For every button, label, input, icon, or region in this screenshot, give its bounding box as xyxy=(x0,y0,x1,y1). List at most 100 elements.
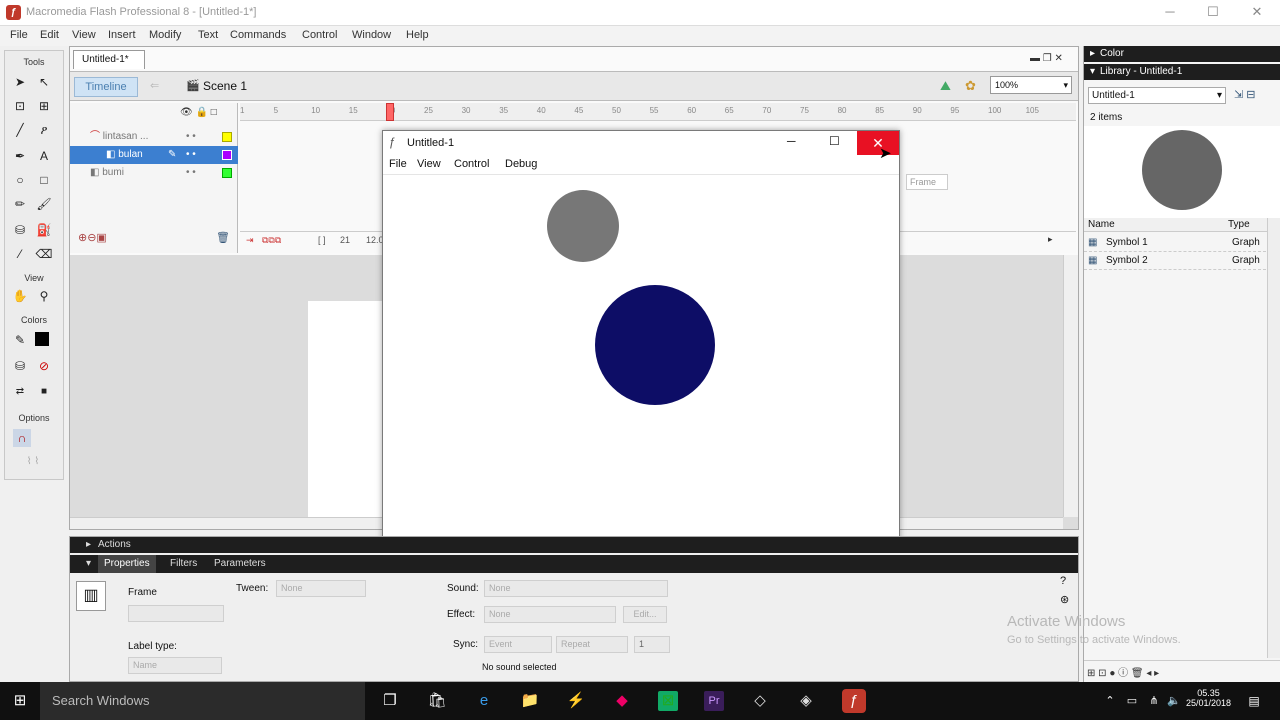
menu-control[interactable]: Control xyxy=(302,29,337,41)
selection-tool-icon[interactable]: ➤ xyxy=(11,73,29,91)
scroll-right-icon[interactable]: ▸ xyxy=(1048,234,1053,245)
layer-row-bulan[interactable]: ◧ bulan ✎ • • xyxy=(70,146,238,164)
maximize-button[interactable]: ☐ xyxy=(1198,4,1228,22)
app-icon-stack[interactable]: ◈ xyxy=(796,691,816,711)
menu-modify[interactable]: Modify xyxy=(149,29,181,41)
col-name[interactable]: Name xyxy=(1088,219,1115,230)
flash-taskbar-icon[interactable]: ƒ xyxy=(842,689,866,713)
pen-tool-icon[interactable]: ✒ xyxy=(11,147,29,165)
help-icon[interactable]: ? xyxy=(1060,575,1066,587)
fill-transform-icon[interactable]: ⊞ xyxy=(35,97,53,115)
excel-icon[interactable]: ⊠ xyxy=(658,691,678,711)
player-menu-control[interactable]: Control xyxy=(454,158,489,170)
menu-text[interactable]: Text xyxy=(198,29,218,41)
file-explorer-icon[interactable]: 📁 xyxy=(520,691,540,711)
accessibility-icon[interactable]: ⊛ xyxy=(1060,593,1069,606)
edit-symbol-icon[interactable]: ✿ xyxy=(965,78,976,94)
tab-properties[interactable]: Properties xyxy=(98,555,156,573)
player-close-button[interactable]: ✕ xyxy=(857,131,899,155)
library-footer-icons[interactable]: ⊞ ⊡ ● ⓘ 🗑 ◂ ▸ xyxy=(1084,660,1280,680)
store-icon[interactable]: 🛍 xyxy=(427,691,447,711)
library-scrollbar[interactable] xyxy=(1267,218,1280,658)
library-select[interactable]: Untitled-1 ▾ xyxy=(1088,87,1226,104)
edge-icon[interactable]: e xyxy=(474,691,494,711)
zoom-select[interactable]: 100% ▾ xyxy=(990,76,1072,94)
doc-window-controls[interactable]: ▬ ❐ ✕ xyxy=(1030,53,1063,64)
oval-tool-icon[interactable]: ○ xyxy=(11,171,29,189)
swap-colors-icon[interactable]: ⇄ xyxy=(11,383,29,401)
menu-help[interactable]: Help xyxy=(406,29,429,41)
label-type-select[interactable]: Name xyxy=(128,657,222,674)
stroke-color-icon[interactable]: ✎ xyxy=(11,331,29,349)
app-icon-colorful[interactable]: ◆ xyxy=(612,691,632,711)
free-transform-icon[interactable]: ⊡ xyxy=(11,97,29,115)
text-tool-icon[interactable]: A xyxy=(35,147,53,165)
frame-label-input[interactable] xyxy=(128,605,224,622)
edit-markers-icon[interactable]: [ ] xyxy=(318,235,326,245)
color-panel-header[interactable]: ▸ Color xyxy=(1084,46,1280,62)
eraser-icon[interactable]: ⌫ xyxy=(35,245,53,263)
eyedropper-icon[interactable]: ⁄ xyxy=(11,245,29,263)
onion-skin-icons[interactable]: ⧉⧉⧉ xyxy=(262,235,281,246)
player-menu-file[interactable]: File xyxy=(389,158,407,170)
default-colors-icon[interactable]: ■ xyxy=(35,383,53,401)
tween-select[interactable]: None xyxy=(276,580,366,597)
library-item[interactable]: ▦ Symbol 1 Graph xyxy=(1084,234,1266,252)
ink-bottle-icon[interactable]: ⛁ xyxy=(11,221,29,239)
back-arrow-icon[interactable]: ⇐ xyxy=(150,79,159,92)
player-menu-view[interactable]: View xyxy=(417,158,441,170)
battery-icon[interactable]: ▭ xyxy=(1122,691,1142,711)
repeat-select[interactable]: Repeat xyxy=(556,636,628,653)
line-tool-icon[interactable]: ╱ xyxy=(11,121,29,139)
minimize-button[interactable]: ─ xyxy=(1155,4,1185,22)
library-panel-header[interactable]: ▾ Library - Untitled-1 xyxy=(1084,64,1280,80)
menu-insert[interactable]: Insert xyxy=(108,29,136,41)
network-icon[interactable]: ⋔ xyxy=(1144,691,1164,711)
timeline-toggle-button[interactable]: Timeline xyxy=(74,77,138,97)
menu-file[interactable]: File xyxy=(10,29,28,41)
repeat-count-input[interactable]: 1 xyxy=(634,636,670,653)
library-item[interactable]: ▦ Symbol 2 Graph xyxy=(1084,252,1266,270)
app-icon-flash-tool[interactable]: ⚡ xyxy=(566,691,586,711)
brush-tool-icon[interactable]: 🖌 xyxy=(35,195,53,213)
actions-panel-header[interactable]: ▸ Actions xyxy=(70,537,1078,553)
snap-magnet-icon[interactable]: ∩ xyxy=(13,429,31,447)
smooth-straighten-icon[interactable]: ⌇ ⌇ xyxy=(13,453,53,471)
playhead[interactable] xyxy=(386,103,395,121)
tray-arrow-icon[interactable]: ⌃ xyxy=(1100,691,1120,711)
sync-select[interactable]: Event xyxy=(484,636,552,653)
player-menu-debug[interactable]: Debug xyxy=(505,158,537,170)
tab-parameters[interactable]: Parameters xyxy=(214,558,266,569)
taskbar-search[interactable]: Search Windows xyxy=(40,682,365,720)
app-icon-diamond[interactable]: ◇ xyxy=(750,691,770,711)
layer-row-bumi[interactable]: ◧ bumi • • xyxy=(70,164,238,182)
hand-tool-icon[interactable]: ✋ xyxy=(11,287,29,305)
add-layer-icons[interactable]: ⊕⊖▣ xyxy=(78,231,107,244)
edit-button[interactable]: Edit... xyxy=(623,606,667,623)
notifications-icon[interactable]: ▤ xyxy=(1244,691,1264,711)
zoom-tool-icon[interactable]: ⚲ xyxy=(35,287,53,305)
premiere-icon[interactable]: Pr xyxy=(704,691,724,711)
tab-filters[interactable]: Filters xyxy=(170,558,197,569)
sound-select[interactable]: None xyxy=(484,580,668,597)
clock[interactable]: 05.35 25/01/2018 xyxy=(1186,688,1231,708)
stroke-color-swatch[interactable] xyxy=(35,332,49,346)
rectangle-tool-icon[interactable]: □ xyxy=(35,171,53,189)
pencil-tool-icon[interactable]: ✏ xyxy=(11,195,29,213)
document-tab[interactable]: Untitled-1* xyxy=(73,50,145,69)
menu-view[interactable]: View xyxy=(72,29,96,41)
fill-color-icon[interactable]: ⛁ xyxy=(11,357,29,375)
volume-icon[interactable]: 🔈 xyxy=(1164,691,1184,711)
effect-select[interactable]: None xyxy=(484,606,616,623)
task-view-icon[interactable]: ❐ xyxy=(380,691,400,711)
close-button[interactable]: ✕ xyxy=(1242,4,1272,22)
frame-ruler[interactable]: 1510152025303540455055606570758085909510… xyxy=(240,103,1076,121)
no-color-swatch[interactable]: ⊘ xyxy=(35,357,53,375)
menu-commands[interactable]: Commands xyxy=(230,29,286,41)
paint-bucket-icon[interactable]: ⛽ xyxy=(35,221,53,239)
player-maximize-button[interactable]: ☐ xyxy=(829,134,840,148)
menu-edit[interactable]: Edit xyxy=(40,29,59,41)
delete-layer-icon[interactable]: 🗑 xyxy=(216,231,230,244)
scene-label[interactable]: Scene 1 xyxy=(203,79,247,93)
vertical-scrollbar[interactable] xyxy=(1063,255,1078,517)
